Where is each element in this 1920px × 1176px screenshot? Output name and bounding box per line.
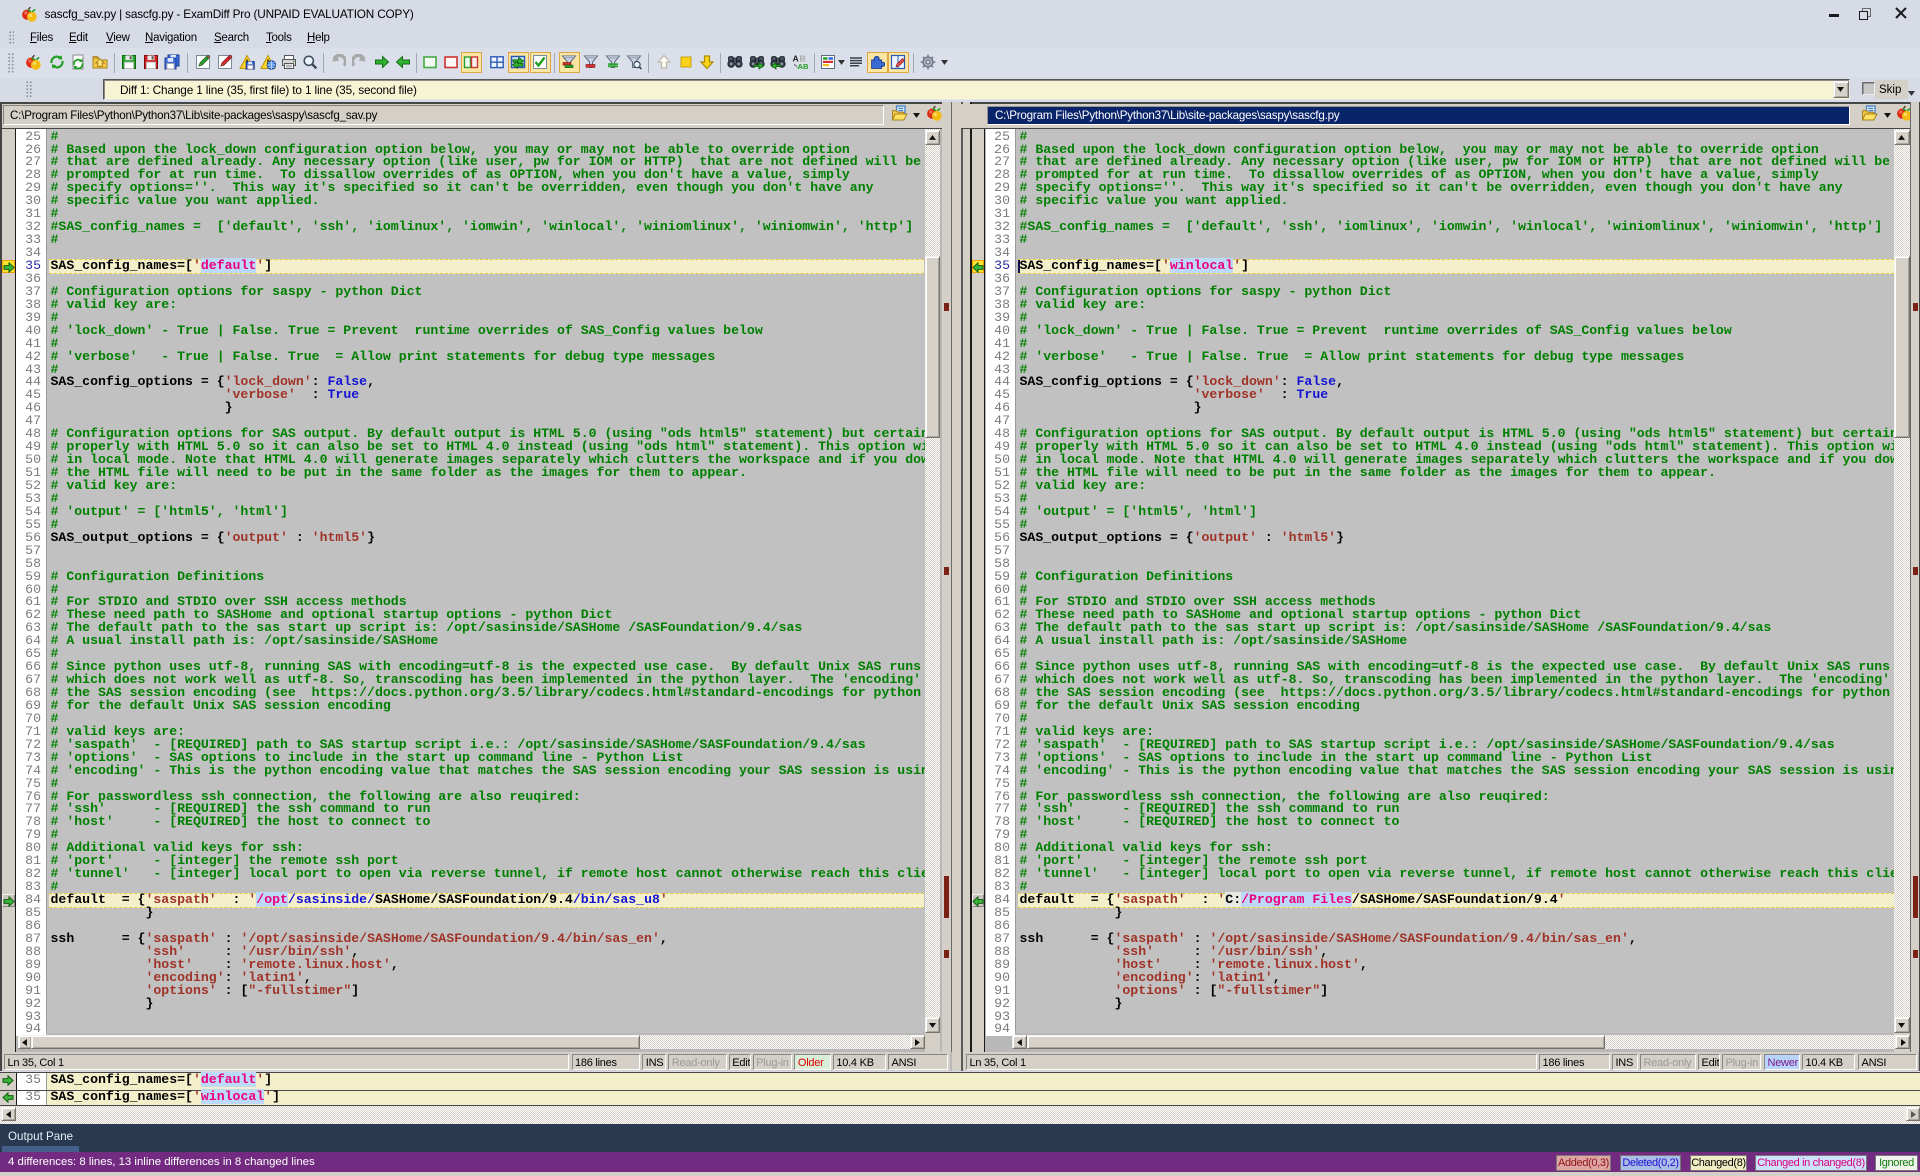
svg-text:AB: AB	[797, 62, 808, 70]
